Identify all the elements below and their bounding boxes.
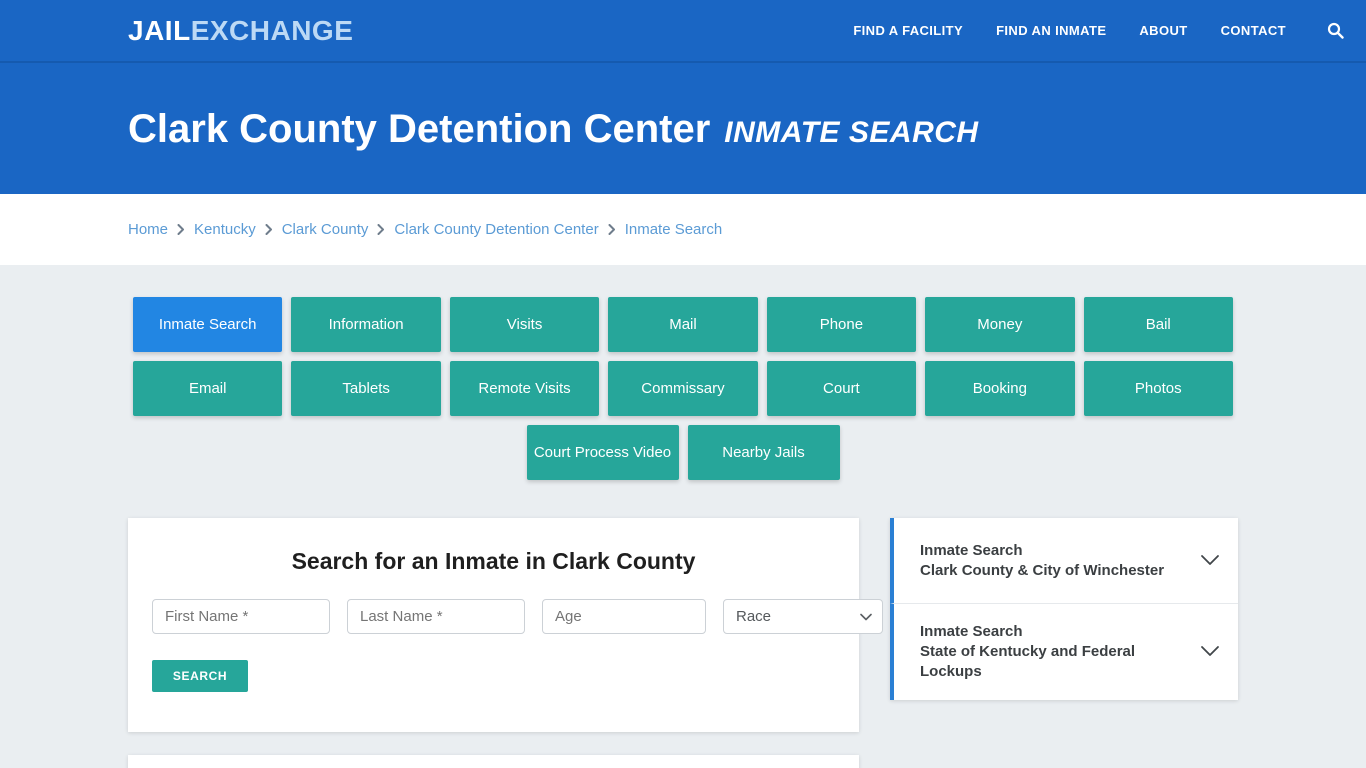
logo-text-secondary: EXCHANGE bbox=[190, 14, 354, 46]
breadcrumb-item-kentucky[interactable]: Kentucky bbox=[194, 221, 256, 238]
chevron-down-icon[interactable] bbox=[1200, 645, 1220, 658]
tab-bail[interactable]: Bail bbox=[1083, 297, 1233, 352]
tab-commissary[interactable]: Commissary bbox=[608, 361, 758, 416]
accordion-item-subtitle: State of Kentucky and Federal Lockups bbox=[920, 642, 1136, 680]
search-button[interactable]: SEARCH bbox=[152, 660, 248, 692]
tab-remote-visits[interactable]: Remote Visits bbox=[449, 361, 600, 416]
tab-court[interactable]: Court bbox=[766, 361, 917, 416]
page-title: Clark County Detention Center bbox=[128, 106, 711, 151]
accordion-item-clark-county[interactable]: Inmate Search Clark County & City of Win… bbox=[890, 518, 1238, 604]
chevron-right-icon bbox=[177, 224, 185, 235]
last-name-input[interactable] bbox=[347, 599, 525, 634]
tab-visits[interactable]: Visits bbox=[449, 297, 600, 352]
nav-item-find-a-facility[interactable]: FIND A FACILITY bbox=[853, 23, 963, 38]
accordion-item-text: Inmate Search State of Kentucky and Fede… bbox=[920, 622, 1188, 682]
tab-information[interactable]: Information bbox=[291, 297, 441, 352]
breadcrumb-item-clark-county-detention-center[interactable]: Clark County Detention Center bbox=[394, 221, 598, 238]
breadcrumb-item-home[interactable]: Home bbox=[128, 221, 168, 238]
tab-court-process-video[interactable]: Court Process Video bbox=[526, 425, 679, 480]
breadcrumb: Home Kentucky Clark County Clark County … bbox=[128, 221, 722, 238]
tab-row-2: Email Tablets Remote Visits Commissary C… bbox=[133, 361, 1233, 416]
breadcrumb-band: Home Kentucky Clark County Clark County … bbox=[0, 194, 1366, 265]
tab-booking[interactable]: Booking bbox=[925, 361, 1075, 416]
hero-inner: Clark County Detention Center INMATE SEA… bbox=[128, 107, 979, 151]
tab-email[interactable]: Email bbox=[133, 361, 283, 416]
first-name-input[interactable] bbox=[152, 599, 330, 634]
nav-item-about[interactable]: ABOUT bbox=[1139, 23, 1187, 38]
chevron-right-icon bbox=[608, 224, 616, 235]
nav-item-find-an-inmate[interactable]: FIND AN INMATE bbox=[996, 23, 1106, 38]
tab-row-3: Court Process Video Nearby Jails bbox=[133, 425, 1233, 480]
tab-row-1: Inmate Search Information Visits Mail Ph… bbox=[133, 297, 1233, 352]
accordion-item-state-of-kentucky[interactable]: Inmate Search State of Kentucky and Fede… bbox=[890, 604, 1238, 700]
results-card bbox=[128, 755, 859, 768]
tab-money[interactable]: Money bbox=[925, 297, 1075, 352]
tab-nearby-jails[interactable]: Nearby Jails bbox=[687, 425, 840, 480]
main-content: Search for an Inmate in Clark County Rac… bbox=[128, 518, 1238, 768]
search-icon[interactable] bbox=[1324, 20, 1346, 42]
search-form-title: Search for an Inmate in Clark County bbox=[291, 548, 696, 574]
accordion-item-title: Inmate Search bbox=[920, 623, 1023, 640]
nav-item-contact[interactable]: CONTACT bbox=[1221, 23, 1286, 38]
inmate-search-form: Race bbox=[152, 599, 883, 634]
left-column: Search for an Inmate in Clark County Rac… bbox=[128, 518, 883, 768]
site-logo[interactable]: JAILEXCHANGE bbox=[128, 14, 354, 46]
chevron-right-icon bbox=[377, 224, 385, 235]
age-input[interactable] bbox=[542, 599, 706, 634]
facility-tab-navigation: Inmate Search Information Visits Mail Ph… bbox=[0, 265, 1366, 480]
tab-tablets[interactable]: Tablets bbox=[291, 361, 441, 416]
tab-inmate-search[interactable]: Inmate Search bbox=[133, 297, 283, 352]
site-header: JAILEXCHANGE FIND A FACILITY FIND AN INM… bbox=[0, 0, 1366, 63]
right-column: Inmate Search Clark County & City of Win… bbox=[890, 518, 1238, 700]
inmate-search-accordion: Inmate Search Clark County & City of Win… bbox=[890, 518, 1238, 700]
hero-banner: Clark County Detention Center INMATE SEA… bbox=[0, 63, 1366, 194]
race-select[interactable]: Race bbox=[723, 599, 883, 634]
accordion-item-subtitle: Clark County & City of Winchester bbox=[920, 561, 1165, 579]
accordion-item-text: Inmate Search Clark County & City of Win… bbox=[920, 541, 1188, 581]
tab-photos[interactable]: Photos bbox=[1083, 361, 1233, 416]
tab-phone[interactable]: Phone bbox=[766, 297, 917, 352]
accordion-item-title: Inmate Search bbox=[920, 541, 1023, 559]
logo-text-primary: JAIL bbox=[128, 14, 191, 46]
chevron-right-icon bbox=[265, 224, 273, 235]
breadcrumb-item-inmate-search: Inmate Search bbox=[624, 221, 723, 238]
race-select-wrapper: Race bbox=[723, 599, 883, 634]
tab-mail[interactable]: Mail bbox=[608, 297, 758, 352]
breadcrumb-item-clark-county[interactable]: Clark County bbox=[282, 221, 369, 238]
chevron-down-icon[interactable] bbox=[1200, 554, 1220, 567]
main-navigation: FIND A FACILITY FIND AN INMATE ABOUT CON… bbox=[853, 20, 1346, 42]
page-subtitle: INMATE SEARCH bbox=[724, 115, 979, 149]
inmate-search-card: Search for an Inmate in Clark County Rac… bbox=[128, 518, 883, 732]
